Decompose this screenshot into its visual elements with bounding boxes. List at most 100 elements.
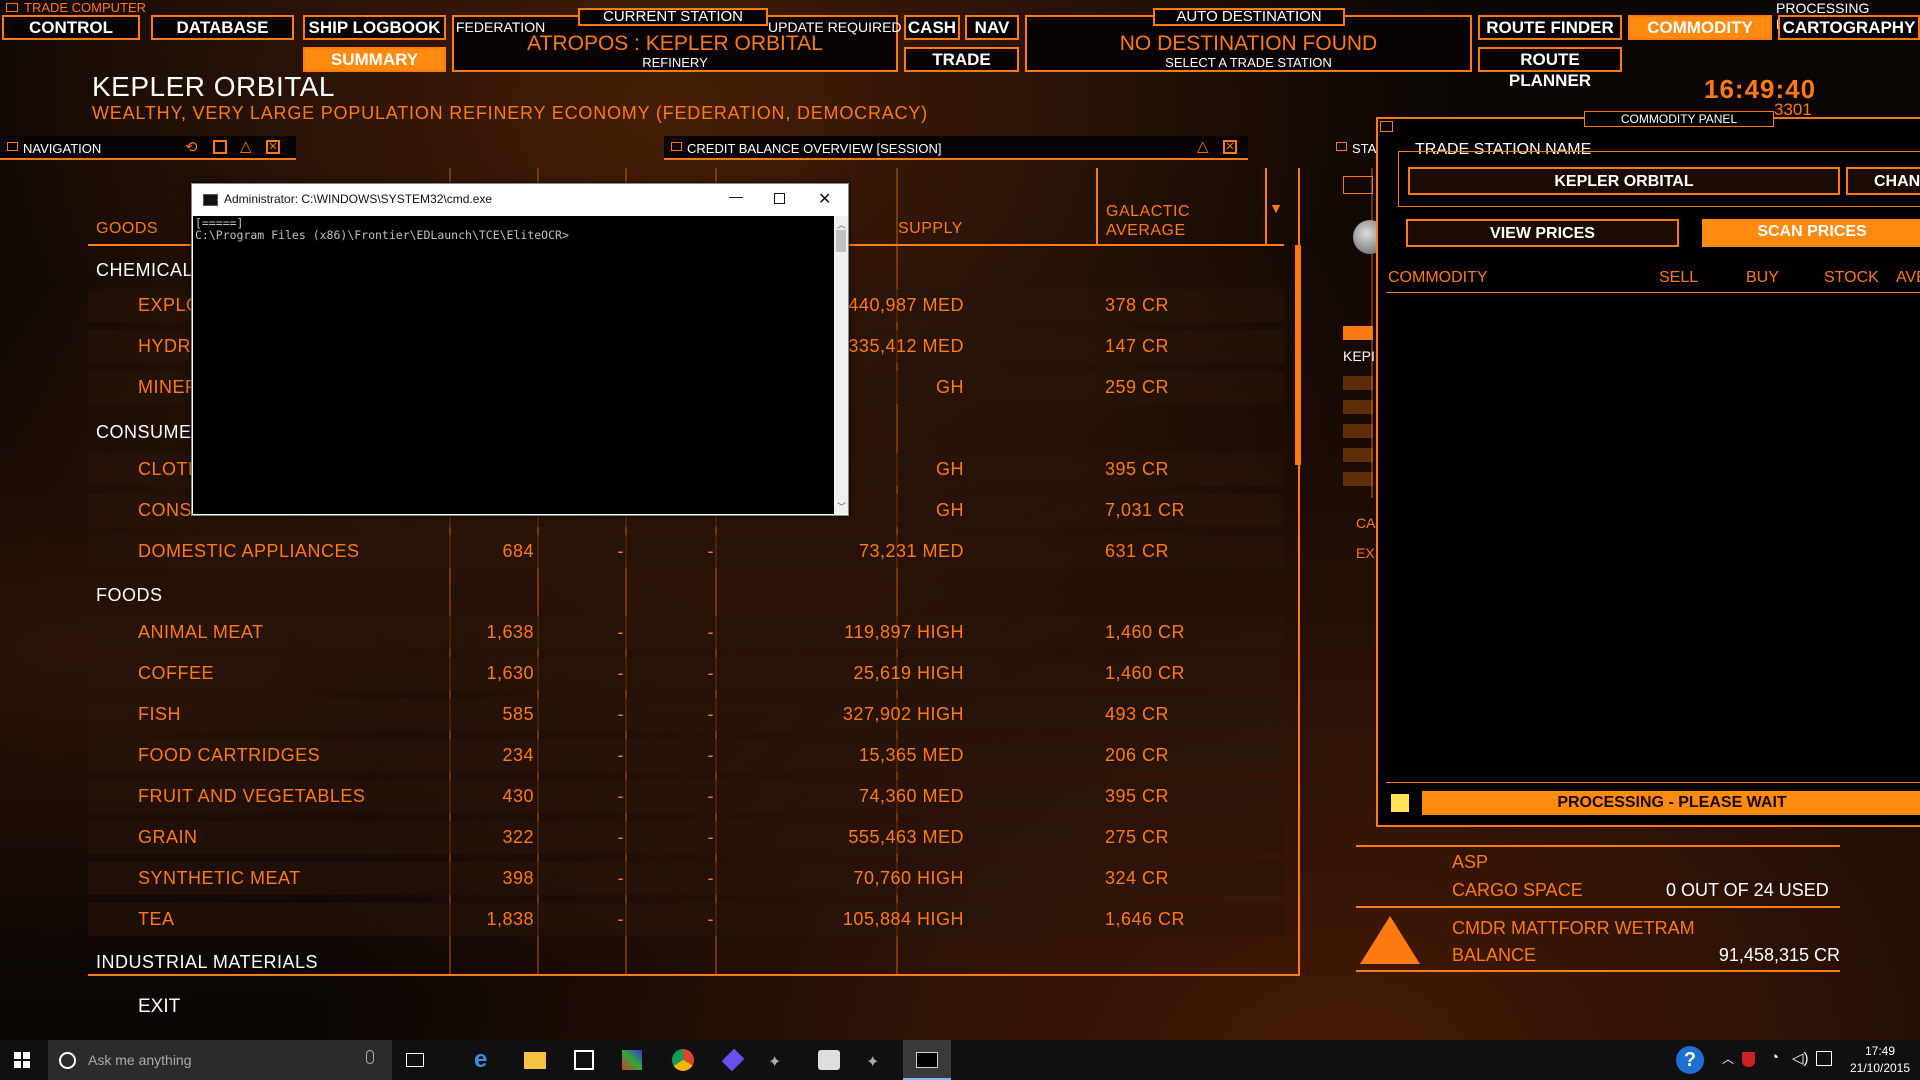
taskbar-date[interactable]: 21/10/2015	[1840, 1061, 1920, 1075]
cmd-scrollbar[interactable]: ︿ ﹀	[834, 216, 848, 514]
table-row[interactable]: ANIMAL MEAT 1,638- -119,897 HIGH 1,460 CR	[88, 616, 1284, 649]
windows-start-icon[interactable]	[14, 1052, 30, 1068]
panel-results-list[interactable]	[1386, 295, 1920, 775]
status-panel-partial: KEPI	[1333, 168, 1387, 498]
commodity-average: 395 CR	[1105, 459, 1170, 479]
panel-col-avg: AVE	[1896, 269, 1920, 286]
tab-route-planner[interactable]: ROUTE PLANNER	[1478, 47, 1622, 90]
navigation-header: NAVIGATION ⟲ △ ✕	[0, 136, 296, 160]
ship-name: ASP	[1452, 852, 1489, 872]
chrome-icon[interactable]	[672, 1049, 694, 1071]
commodity-average: 395 CR	[1105, 786, 1170, 806]
notification-icon[interactable]	[1816, 1051, 1832, 1066]
app-icon[interactable]	[622, 1050, 642, 1070]
commodity-average: 1,460 CR	[1105, 622, 1186, 642]
square-icon[interactable]	[213, 140, 227, 154]
tab-control[interactable]: CONTROL	[2, 15, 140, 40]
tray-chevron-icon[interactable]: ︿	[1722, 1050, 1734, 1067]
exit-button[interactable]: EXIT	[138, 996, 180, 1018]
store-icon[interactable]	[574, 1050, 594, 1070]
scan-prices-button[interactable]: SCAN PRICES	[1702, 219, 1920, 247]
minimize-icon[interactable]: —	[729, 188, 743, 204]
tab-route-finder[interactable]: ROUTE FINDER	[1478, 15, 1622, 40]
change-station-button[interactable]: CHAN	[1846, 167, 1920, 195]
tab-cash[interactable]: CASH	[904, 15, 960, 40]
close-icon[interactable]: ✕	[266, 140, 280, 154]
help-icon[interactable]: ?	[1676, 1046, 1704, 1074]
microphone-icon[interactable]	[366, 1050, 374, 1064]
tab-nav[interactable]: NAV	[965, 15, 1019, 40]
commodity-supply: 73,231 MED	[858, 541, 964, 561]
cmd-title: Administrator: C:\WINDOWS\SYSTEM32\cmd.e…	[224, 192, 493, 206]
ex-partial-label: EX	[1356, 545, 1375, 561]
commodity-average: 259 CR	[1105, 377, 1170, 397]
cmd-taskbar-icon[interactable]	[903, 1040, 951, 1080]
commodity-supply: 15,365 MED	[858, 745, 964, 765]
cmd-titlebar[interactable]: Administrator: C:\WINDOWS\SYSTEM32\cmd.e…	[192, 184, 848, 216]
cortana-search-box[interactable]: Ask me anything	[48, 1040, 392, 1080]
commodity-average: 493 CR	[1105, 704, 1170, 724]
commodity-supply: 70,760 HIGH	[853, 868, 964, 888]
tab-commodity[interactable]: COMMODITY	[1628, 15, 1772, 40]
cmd-prompt: C:\Program Files (x86)\Frontier\EDLaunch…	[195, 228, 569, 242]
triangle-icon[interactable]: △	[240, 137, 252, 155]
category-foods[interactable]: FOODS	[96, 585, 163, 606]
volume-icon[interactable]: ◁)	[1792, 1049, 1809, 1067]
auto-destination-heading: AUTO DESTINATION	[1153, 8, 1345, 26]
processing-status: PROCESSING - PLEASE WAIT	[1422, 791, 1920, 815]
edge-icon[interactable]: e	[474, 1046, 487, 1074]
commodity-supply: 555,463 MED	[848, 827, 964, 847]
commodity-supply: 25,619 HIGH	[853, 663, 964, 683]
view-prices-button[interactable]: VIEW PRICES	[1406, 219, 1679, 247]
cmd-window[interactable]: Administrator: C:\WINDOWS\SYSTEM32\cmd.e…	[191, 183, 849, 516]
commodity-average: 7,031 CR	[1105, 500, 1186, 520]
security-icon[interactable]	[1742, 1052, 1755, 1067]
sort-dropdown[interactable]: ▼	[1265, 168, 1285, 244]
table-row[interactable]: COFFEE 1,630- -25,619 HIGH 1,460 CR	[88, 657, 1284, 690]
commander-name: CMDR MATTFORR WETRAM	[1452, 918, 1695, 938]
galactic-label: GALACTIC	[1106, 203, 1191, 220]
commodity-panel: COMMODITY PANEL TRADE STATION NAME KEPLE…	[1376, 111, 1920, 827]
wifi-icon[interactable]: ◔	[1770, 1049, 1779, 1066]
status-label: STA	[1352, 141, 1377, 156]
category-industrial[interactable]: INDUSTRIAL MATERIALS	[96, 952, 318, 973]
tab-database[interactable]: DATABASE	[151, 15, 294, 40]
tab-cartography[interactable]: CARTOGRAPHY	[1778, 15, 1920, 40]
table-row[interactable]: GRAIN 322- -555,463 MED 275 CR	[88, 821, 1284, 854]
commodity-average: 147 CR	[1105, 336, 1170, 356]
close-icon[interactable]: ✕	[818, 189, 831, 209]
table-row[interactable]: TEA 1,838- -105,884 HIGH 1,646 CR	[88, 903, 1284, 936]
cmd-console[interactable]: [=====] C:\Program Files (x86)\Frontier\…	[193, 216, 834, 514]
tab-ship-logbook[interactable]: SHIP LOGBOOK	[303, 15, 446, 40]
gem-app-icon[interactable]	[721, 1048, 745, 1072]
commodity-supply: 105,884 HIGH	[842, 909, 964, 929]
maximize-icon[interactable]	[774, 193, 785, 204]
table-row[interactable]: DOMESTIC APPLIANCES 684- -73,231 MED 631 CR	[88, 535, 1284, 568]
search-placeholder: Ask me anything	[88, 1052, 192, 1068]
panel-col-stock: STOCK	[1824, 269, 1879, 286]
rank-icon	[1360, 916, 1420, 964]
table-row[interactable]: FOOD CARTRIDGES 234- -15,365 MED 206 CR	[88, 739, 1284, 772]
tab-summary[interactable]: SUMMARY	[303, 47, 446, 72]
file-explorer-icon[interactable]	[524, 1052, 546, 1069]
commodity-average: 1,646 CR	[1105, 909, 1186, 929]
table-row[interactable]: FISH 585- -327,902 HIGH 493 CR	[88, 698, 1284, 731]
category-consumer[interactable]: CONSUMER	[96, 422, 205, 443]
panel-col-commodity: COMMODITY	[1388, 269, 1488, 286]
task-view-icon[interactable]	[406, 1053, 424, 1067]
triangle-icon[interactable]: △	[1197, 137, 1209, 155]
table-row[interactable]: FRUIT AND VEGETABLES 430- -74,360 MED 395 C…	[88, 780, 1284, 813]
capture-app-icon[interactable]	[818, 1050, 840, 1070]
close-icon[interactable]: ✕	[1223, 140, 1237, 154]
taskbar-time[interactable]: 17:49	[1850, 1044, 1910, 1058]
elite-launcher-icon[interactable]: ✦	[768, 1052, 781, 1072]
refresh-icon[interactable]: ⟲	[185, 138, 198, 156]
ship-info-rule-bottom	[1356, 970, 1840, 972]
category-chemicals[interactable]: CHEMICALS	[96, 260, 206, 281]
elite-game-icon[interactable]: ✦	[866, 1052, 879, 1072]
table-row[interactable]: SYNTHETIC MEAT 398- -70,760 HIGH 324 CR	[88, 862, 1284, 895]
cmd-icon	[203, 194, 218, 206]
station-name-value[interactable]: KEPLER ORBITAL	[1408, 167, 1840, 195]
tab-trade[interactable]: TRADE	[904, 47, 1019, 72]
station-type: REFINERY	[642, 55, 708, 70]
